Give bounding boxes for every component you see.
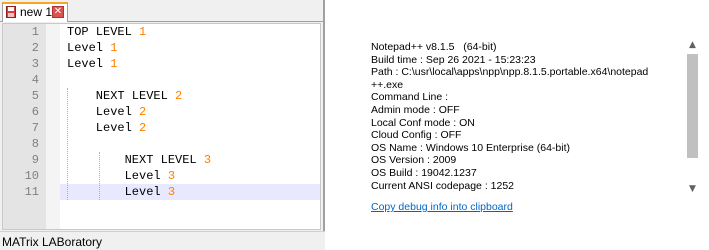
debug-info-line: OS Version : 2009 [371,154,457,167]
line-number: 8 [31,137,39,151]
code-text: Level [67,57,111,71]
language-status: MATrix LABoratory [2,235,103,249]
debug-info-line: Path : C:\usr\local\apps\npp\npp.8.1.5.p… [371,66,649,79]
debug-info-scrollbar[interactable]: ▲ ▼ [684,38,701,196]
debug-info-line: Notepad++ v8.1.5 (64-bit) [371,41,497,53]
text-editor[interactable]: TOP LEVEL 1 Level 1 Level 1 NEXT LEVEL 2 L… [2,23,321,230]
code-text: Level [67,105,140,119]
code-line: Level 1 [67,40,117,56]
scroll-up-icon[interactable]: ▲ [684,38,701,52]
code-number: 1 [110,41,118,55]
line-number: 3 [31,57,39,71]
copy-debug-info-link[interactable]: Copy debug info into clipboard [371,201,513,213]
code-line: Level 1 [67,56,117,72]
line-number: 2 [31,41,39,55]
line-number: 10 [24,169,39,183]
line-number: 6 [31,105,39,119]
line-number: 9 [31,153,39,167]
debug-info-line: Current ANSI codepage : 1252 [371,179,515,192]
code-number: 3 [167,169,176,183]
code-number: 3 [167,185,176,199]
line-number: 1 [31,25,39,39]
code-line: Level 3 [67,184,175,200]
pane-splitter[interactable] [323,0,325,250]
code-number: 3 [203,153,212,167]
line-number: 4 [31,73,39,87]
line-number: 11 [24,185,39,199]
code-number: 2 [175,89,183,103]
code-text: Level [67,121,140,135]
fold-margin[interactable] [46,24,60,229]
debug-info-line: Build time : Sep 26 2021 - 15:23:23 [371,53,536,66]
code-line: Level 3 [67,168,175,184]
status-bar: MATrix LABoratory [0,231,325,250]
code-number: 2 [139,121,147,135]
code-number: 1 [110,57,118,71]
debug-info-line: OS Name : Windows 10 Enterprise (64-bit) [371,141,570,154]
code-line: Level 2 [67,120,146,136]
line-number: 5 [31,89,39,103]
debug-info-line: Admin mode : OFF [371,104,460,116]
tab-label: new 1 [20,5,53,19]
code-text: Level [67,185,168,199]
close-icon[interactable]: ✕ [52,6,64,18]
debug-info-line: OS Build : 19042.1237 [371,167,477,179]
scroll-thumb[interactable] [687,54,698,158]
tab-new-1[interactable]: new 1 ✕ [2,2,68,22]
line-number: 7 [31,121,39,135]
tab-bar: new 1 ✕ [0,0,325,22]
code-line: TOP LEVEL 1 [67,24,146,40]
code-number: 2 [139,105,147,119]
code-text: NEXT LEVEL [67,89,176,103]
code-text: Level [67,169,168,183]
code-number: 1 [139,25,147,39]
code-line: NEXT LEVEL 2 [67,88,182,104]
editor-window: new 1 ✕ TOP LEVEL 1 Level 1 Level 1 NEXT L… [0,0,325,250]
indent-guide [67,88,68,200]
code-text: Level [67,41,111,55]
debug-info-line: Cloud Config : OFF [371,129,462,142]
debug-info-line: Local Conf mode : ON [371,116,475,129]
floppy-disk-icon [6,6,16,18]
scroll-down-icon[interactable]: ▼ [684,182,701,196]
code-line: NEXT LEVEL 3 [67,152,211,168]
code-line: Level 2 [67,104,146,120]
code-text: NEXT LEVEL [67,153,204,167]
debug-info-line: Command Line : [371,91,449,104]
debug-info-text[interactable]: Notepad++ v8.1.5 (64-bit) Build time : Se… [371,38,686,196]
code-text: TOP LEVEL [67,25,140,39]
indent-guide [99,152,100,200]
debug-info-line: ++.exe [371,78,404,91]
